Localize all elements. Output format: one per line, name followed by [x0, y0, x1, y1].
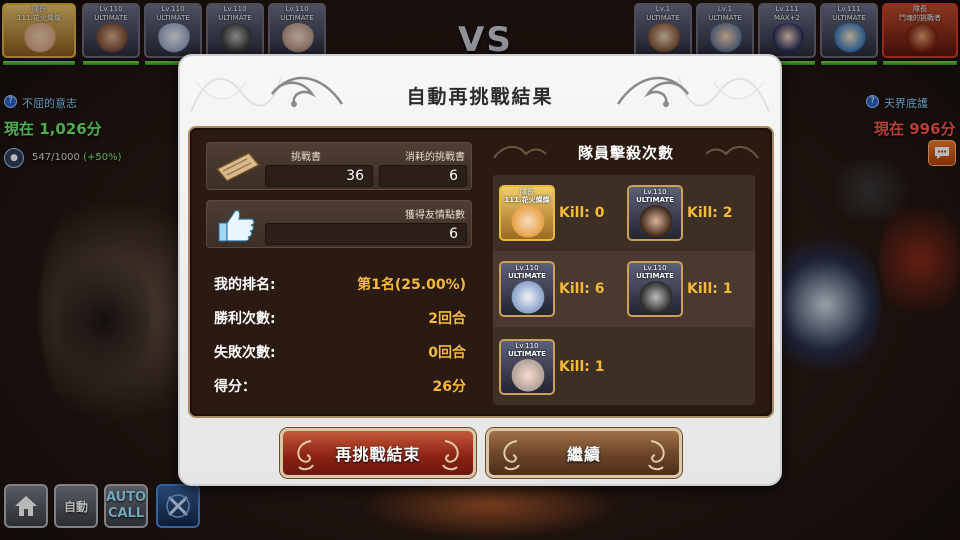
stat-value: 第1名(25.00%): [357, 277, 466, 293]
consumed-tickets-label: 消耗的挑戰書: [405, 152, 465, 163]
consumed-tickets-value: 6: [379, 165, 467, 187]
friendship-points-value: 6: [265, 223, 467, 245]
kill-entry: 隊長 111.花火燦燦 Kill: 0: [499, 185, 629, 245]
tickets-label: 挑戰書: [291, 152, 321, 163]
stat-label: 得分：: [214, 379, 256, 395]
friendship-box: 獲得友情點數 6: [206, 200, 472, 248]
stat-label: 勝利次數:: [214, 311, 276, 327]
hero-level: Lv.110: [515, 264, 539, 272]
auto-rechallenge-result-dialog: 自動再挑戰結果 挑戰書 36 消耗的挑戰書 6 獲得友情點數 6 我的排名: 第…: [178, 54, 782, 486]
rank-row: 我的排名: 第1名(25.00%): [214, 274, 466, 296]
ticket-box: 挑戰書 36 消耗的挑戰書 6: [206, 142, 472, 190]
kill-entry: Lv.110 ULTIMATE Kill: 2: [627, 185, 757, 245]
hero-tier: 111.花火燦燦: [504, 196, 550, 204]
stat-label: 失敗次數:: [214, 345, 276, 361]
swirl-ornament-icon: [442, 440, 459, 471]
wins-row: 勝利次數: 2回合: [214, 308, 466, 330]
kill-entry: Lv.110 ULTIMATE Kill: 1: [627, 261, 757, 321]
hero-face: [638, 205, 674, 239]
swirl-ornament-icon: [648, 440, 665, 471]
hero-portrait: Lv.110 ULTIMATE: [627, 185, 683, 241]
ticket-scroll-icon: [213, 147, 263, 187]
hero-tier: ULTIMATE: [508, 272, 546, 280]
hero-face: [638, 281, 674, 315]
kill-count: Kill: 2: [687, 205, 733, 221]
kill-count: Kill: 6: [559, 281, 605, 297]
hero-portrait: Lv.110 ULTIMATE: [499, 339, 555, 395]
friendship-points-label: 獲得友情點數: [405, 210, 465, 221]
hero-portrait: 隊長 111.花火燦燦: [499, 185, 555, 241]
kill-count: Kill: 1: [559, 359, 605, 375]
result-content: 挑戰書 36 消耗的挑戰書 6 獲得友情點數 6 我的排名: 第1名(25.00…: [188, 126, 774, 418]
continue-button-label: 繼續: [566, 445, 601, 464]
score-row: 得分： 26分: [214, 376, 466, 398]
kills-panel: 隊員擊殺次數 隊長 111.花火燦燦 Kill: 0 Lv.110 ULTIMA…: [488, 134, 764, 412]
end-button-label: 再挑戰結束: [335, 445, 421, 464]
hero-face: [510, 359, 546, 393]
stats-panel: 挑戰書 36 消耗的挑戰書 6 獲得友情點數 6 我的排名: 第1名(25.00…: [198, 134, 482, 412]
hero-tier: ULTIMATE: [508, 350, 546, 358]
stat-value: 26分: [432, 379, 466, 395]
kill-count: Kill: 0: [559, 205, 605, 221]
hero-face: [510, 205, 546, 239]
kills-grid: 隊長 111.花火燦燦 Kill: 0 Lv.110 ULTIMATE Kill…: [492, 174, 756, 406]
hero-portrait: Lv.110 ULTIMATE: [499, 261, 555, 317]
hero-level: Lv.110: [515, 342, 539, 350]
kill-count: Kill: 1: [687, 281, 733, 297]
thumbs-up-icon: [213, 205, 263, 245]
losses-row: 失敗次數: 0回合: [214, 342, 466, 364]
stat-value: 0回合: [428, 345, 466, 361]
hero-tier: ULTIMATE: [636, 272, 674, 280]
hero-portrait: Lv.110 ULTIMATE: [627, 261, 683, 317]
dialog-title: 自動再挑戰結果: [406, 86, 554, 108]
stat-value: 2回合: [428, 311, 466, 327]
hero-level: Lv.110: [643, 188, 667, 196]
stat-label: 我的排名:: [214, 277, 276, 293]
kill-entry: Lv.110 ULTIMATE Kill: 6: [499, 261, 629, 321]
hero-level: 隊長: [520, 188, 534, 196]
tickets-value: 36: [265, 165, 373, 187]
kill-entry: Lv.110 ULTIMATE Kill: 1: [499, 339, 629, 399]
hero-level: Lv.110: [643, 264, 667, 272]
swirl-ornament-icon: [503, 440, 520, 471]
end-rechallenge-button[interactable]: 再挑戰結束: [280, 428, 476, 478]
hero-tier: ULTIMATE: [636, 196, 674, 204]
hero-face: [510, 281, 546, 315]
continue-button[interactable]: 繼續: [486, 428, 682, 478]
kills-title: 隊員擊殺次數: [577, 144, 674, 162]
swirl-ornament-icon: [297, 440, 314, 471]
